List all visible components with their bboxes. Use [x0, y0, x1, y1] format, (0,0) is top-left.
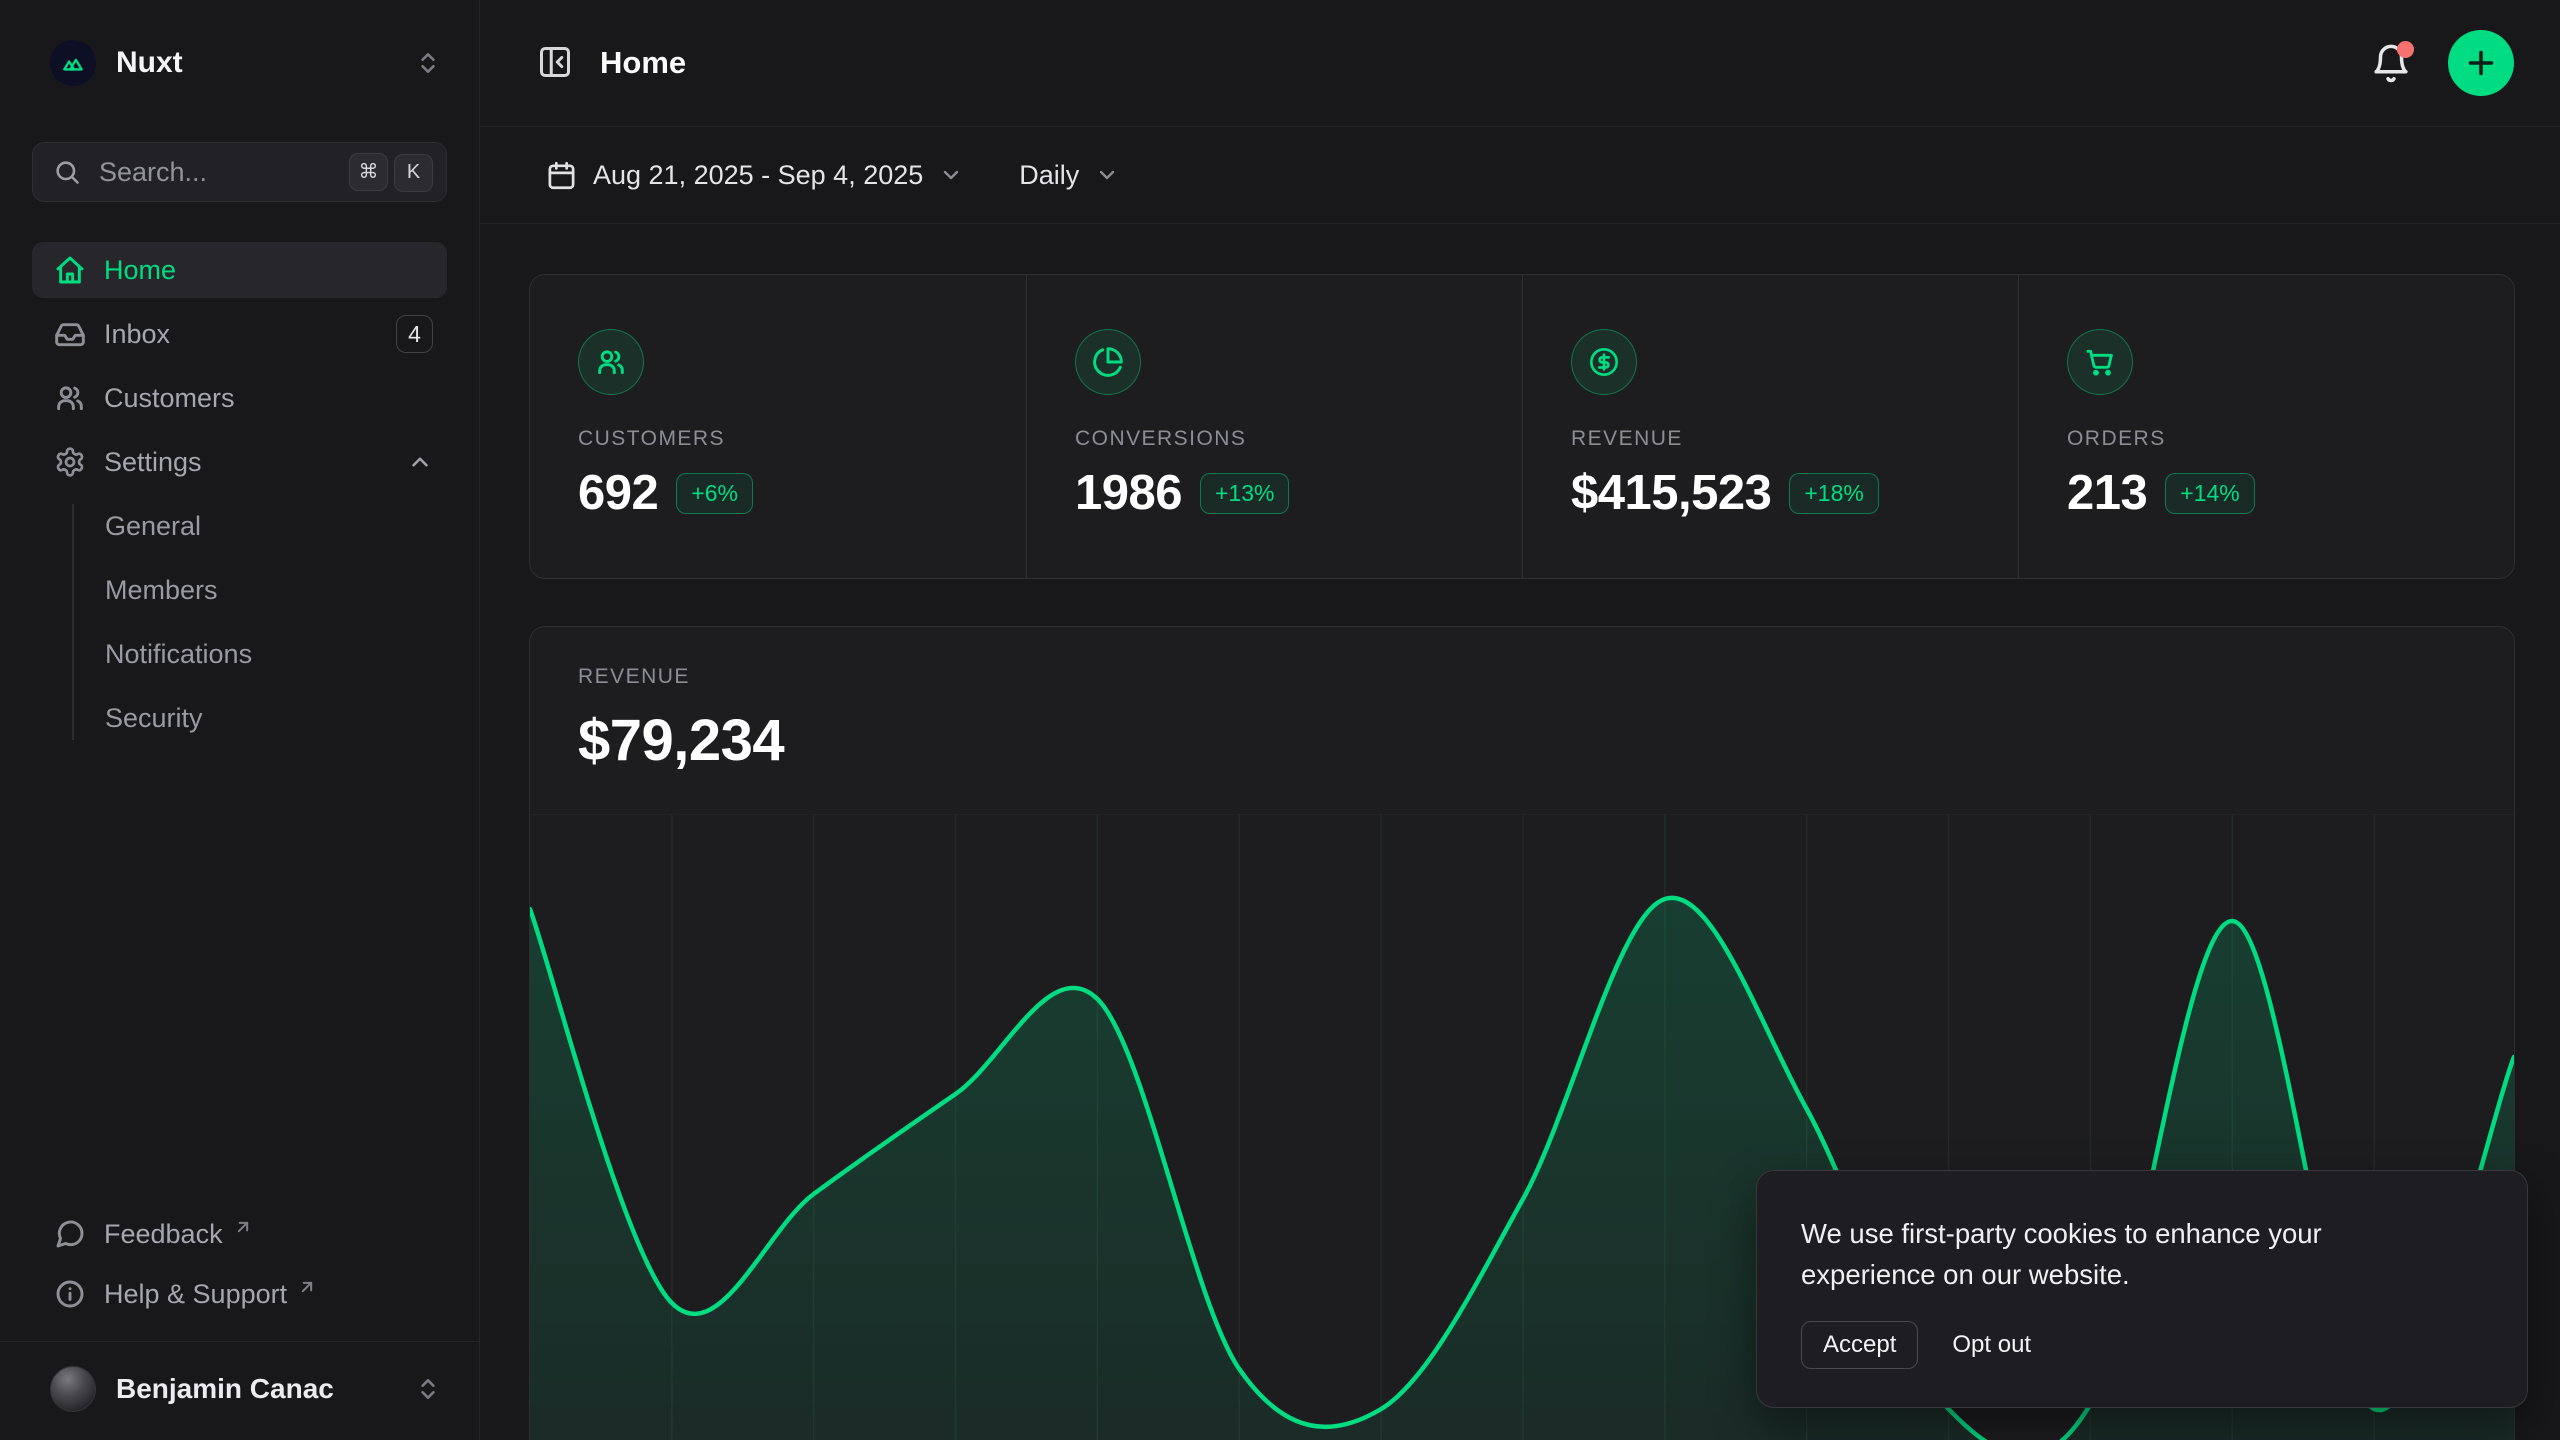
stat-label: CONVERSIONS: [1075, 427, 1474, 451]
stat-label: REVENUE: [1571, 427, 1970, 451]
inbox-icon: [54, 318, 86, 350]
stat-delta-badge: +18%: [1789, 473, 1878, 514]
users-icon: [595, 346, 627, 378]
revenue-chart-value: $79,234: [578, 707, 2466, 774]
sidebar-spacer: [32, 754, 447, 1207]
sidebar-item-security[interactable]: Security: [32, 690, 447, 746]
sidebar-item-customers[interactable]: Customers: [32, 370, 447, 426]
stat-icon-badge: [2067, 329, 2133, 395]
message-circle-icon: [54, 1218, 86, 1250]
page-title: Home: [600, 45, 686, 81]
toolbar: Aug 21, 2025 - Sep 4, 2025 Daily: [480, 127, 2560, 224]
nuxt-logo-icon: [50, 40, 96, 86]
search-icon: [53, 158, 81, 186]
stat-card-customers[interactable]: CUSTOMERS 692 +6%: [530, 275, 1026, 578]
stat-delta-badge: +13%: [1200, 473, 1289, 514]
settings-subnav: General Members Notifications Security: [32, 498, 447, 754]
pie-chart-icon: [1092, 346, 1124, 378]
stats-panel: CUSTOMERS 692 +6% CONVERSIONS 1986 +13%: [529, 274, 2515, 579]
user-name: Benjamin Canac: [116, 1373, 395, 1405]
sidebar-item-members[interactable]: Members: [32, 562, 447, 618]
team-selector[interactable]: Nuxt: [32, 30, 447, 96]
stat-card-orders[interactable]: ORDERS 213 +14%: [2018, 275, 2514, 578]
accept-button[interactable]: Accept: [1801, 1321, 1918, 1369]
info-circle-icon: [54, 1278, 86, 1310]
sidebar-item-label: Members: [105, 575, 218, 606]
plus-icon: [2463, 45, 2499, 81]
notification-dot: [2397, 41, 2414, 58]
chevron-up-icon: [407, 449, 433, 475]
sidebar-item-label: Home: [104, 255, 176, 286]
user-menu[interactable]: Benjamin Canac: [32, 1342, 447, 1440]
sidebar-item-label: Customers: [104, 383, 235, 414]
home-icon: [54, 254, 86, 286]
sidebar-item-general[interactable]: General: [32, 498, 447, 554]
opt-out-button[interactable]: Opt out: [1948, 1322, 2035, 1368]
kbd-k: K: [394, 154, 433, 192]
header-actions: [2370, 30, 2514, 96]
cookie-actions: Accept Opt out: [1801, 1321, 2483, 1369]
sidebar-footer: Feedback Help & Support: [32, 1207, 447, 1327]
chevron-down-icon: [1095, 163, 1119, 187]
search-input[interactable]: Search... ⌘K: [32, 142, 447, 202]
cookie-message: We use first-party cookies to enhance yo…: [1801, 1213, 2431, 1295]
sidebar-item-notifications[interactable]: Notifications: [32, 626, 447, 682]
notifications-button[interactable]: [2370, 42, 2412, 84]
sidebar-item-label: Settings: [104, 447, 202, 478]
date-range-picker[interactable]: Aug 21, 2025 - Sep 4, 2025: [546, 160, 963, 191]
sidebar-item-label: Help & Support: [104, 1279, 287, 1310]
sidebar-nav: Home Inbox 4 Customers Settings General …: [32, 242, 447, 754]
user-avatar: [50, 1366, 96, 1412]
add-button[interactable]: [2448, 30, 2514, 96]
granularity-label: Daily: [1019, 160, 1079, 191]
stat-value: 1986: [1075, 465, 1182, 521]
stat-value: $415,523: [1571, 465, 1771, 521]
stat-delta-badge: +14%: [2165, 473, 2254, 514]
external-link-icon: [297, 1277, 317, 1297]
date-range-label: Aug 21, 2025 - Sep 4, 2025: [593, 160, 923, 191]
sidebar-item-label: General: [105, 511, 201, 542]
stat-card-revenue[interactable]: REVENUE $415,523 +18%: [1522, 275, 2018, 578]
stat-label: CUSTOMERS: [578, 427, 978, 451]
stat-label: ORDERS: [2067, 427, 2466, 451]
sidebar-collapse-button[interactable]: [536, 44, 574, 82]
users-icon: [54, 382, 86, 414]
stat-icon-badge: [1571, 329, 1637, 395]
external-link-icon: [233, 1217, 253, 1237]
revenue-chart-header: REVENUE $79,234: [530, 627, 2514, 774]
sidebar-item-label: Security: [105, 703, 203, 734]
shopping-cart-icon: [2084, 346, 2116, 378]
stat-icon-badge: [578, 329, 644, 395]
sidebar-item-feedback[interactable]: Feedback: [32, 1207, 447, 1261]
sidebar-item-label: Inbox: [104, 319, 170, 350]
sidebar-item-inbox[interactable]: Inbox 4: [32, 306, 447, 362]
sidebar: Nuxt Search... ⌘K Home Inbox 4 Customers: [0, 0, 480, 1440]
header: Home: [480, 0, 2560, 127]
sidebar-item-label: Notifications: [105, 639, 252, 670]
chevron-down-icon: [939, 163, 963, 187]
kbd-cmd: ⌘: [349, 153, 388, 191]
panel-left-close-icon: [537, 44, 573, 80]
inbox-count-badge: 4: [396, 315, 433, 353]
granularity-select[interactable]: Daily: [1019, 160, 1119, 191]
cookie-banner: We use first-party cookies to enhance yo…: [1756, 1170, 2528, 1408]
chevrons-up-down-icon: [415, 50, 441, 76]
stat-card-conversions[interactable]: CONVERSIONS 1986 +13%: [1026, 275, 1522, 578]
revenue-chart-label: REVENUE: [578, 665, 2466, 689]
stat-delta-badge: +6%: [676, 473, 753, 514]
search-kbd-group: ⌘K: [349, 153, 433, 192]
gear-icon: [54, 446, 86, 478]
chevrons-up-down-icon: [415, 1376, 441, 1402]
stat-value: 692: [578, 465, 658, 521]
search-placeholder: Search...: [99, 157, 331, 188]
stat-icon-badge: [1075, 329, 1141, 395]
sidebar-item-home[interactable]: Home: [32, 242, 447, 298]
circle-dollar-icon: [1588, 346, 1620, 378]
sidebar-item-settings[interactable]: Settings: [32, 434, 447, 490]
sidebar-item-help-support[interactable]: Help & Support: [32, 1267, 447, 1321]
sidebar-item-label: Feedback: [104, 1219, 223, 1250]
stat-value: 213: [2067, 465, 2147, 521]
calendar-icon: [546, 160, 577, 191]
team-name: Nuxt: [116, 46, 395, 80]
